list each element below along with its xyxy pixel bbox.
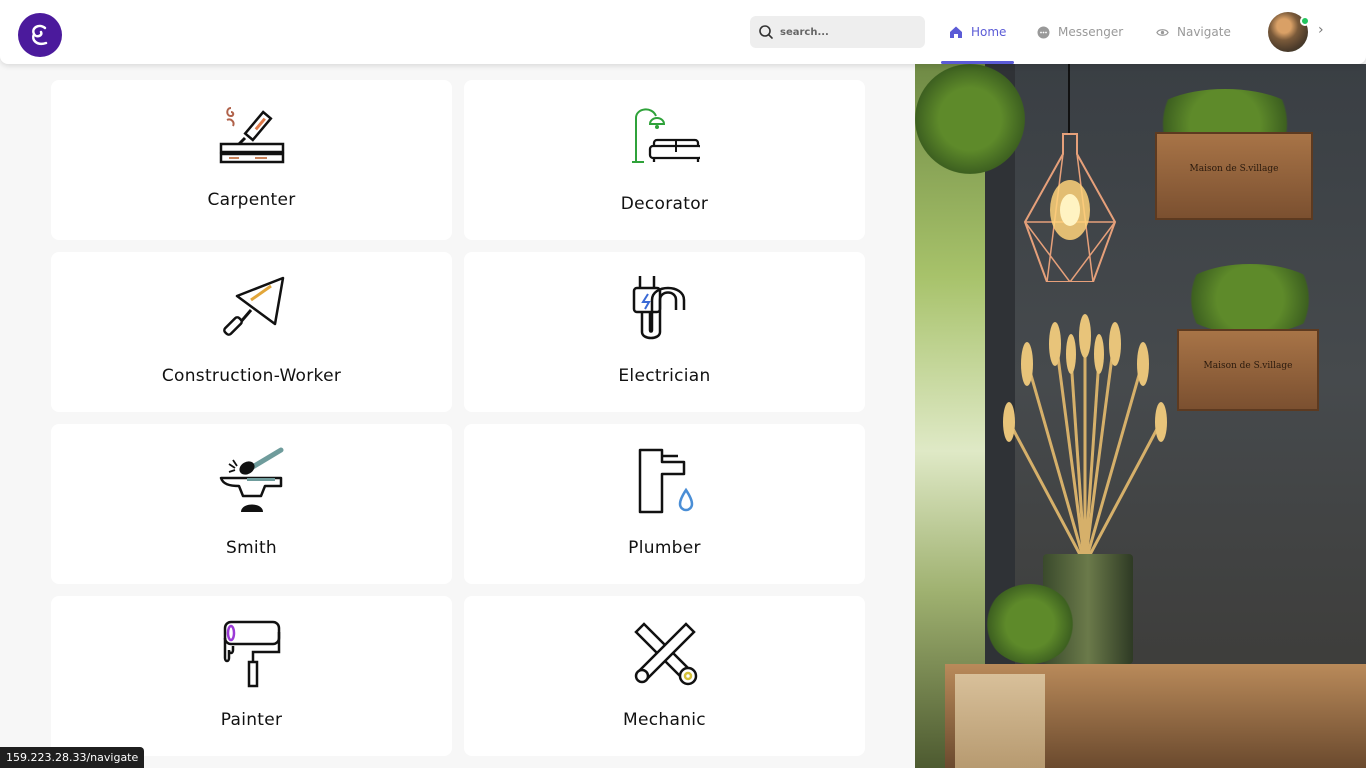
card-plumber[interactable]: Plumber (464, 424, 865, 584)
app-logo[interactable] (18, 13, 62, 57)
card-label: Plumber (628, 538, 701, 558)
card-painter[interactable]: Painter (51, 596, 452, 756)
home-icon (950, 26, 962, 38)
hanging-plant (915, 64, 1025, 174)
card-carpenter[interactable]: Carpenter (51, 80, 452, 240)
chevron-right-icon[interactable]: › (1318, 22, 1324, 38)
nav-home-label: Home (971, 25, 1007, 39)
nav-home[interactable]: Home (940, 0, 1015, 64)
wrench-icon (630, 618, 700, 688)
card-decorator[interactable]: Decorator (464, 80, 865, 240)
nav-messenger[interactable]: Messenger (1037, 0, 1123, 64)
crate-text: Maison de S.village (1189, 164, 1279, 174)
hero-photo: Maison de S.village Maison de S.village (915, 64, 1366, 768)
paper-bag (955, 674, 1045, 768)
lamp-cord (1068, 64, 1070, 134)
faucet-icon (630, 446, 700, 516)
wall-crate-top: Maison de S.village (1155, 132, 1313, 220)
anvil-icon (217, 446, 287, 516)
card-label: Electrician (618, 366, 711, 386)
crate-plant-bottom (1175, 264, 1325, 334)
card-label: Construction-Worker (161, 366, 342, 386)
card-label: Carpenter (207, 190, 296, 210)
nav-messenger-label: Messenger (1058, 25, 1124, 39)
card-mechanic[interactable]: Mechanic (464, 596, 865, 756)
crate-text: Maison de S.village (1203, 361, 1293, 371)
card-construction-worker[interactable]: Construction-Worker (51, 252, 452, 412)
paint-roller-icon (217, 618, 287, 688)
nav-navigate-label: Navigate (1177, 25, 1231, 39)
card-label: Mechanic (623, 710, 706, 730)
wheat-bouquet-icon (1003, 314, 1167, 564)
potted-plant (985, 584, 1075, 664)
card-label: Painter (220, 710, 283, 730)
search-input[interactable] (780, 26, 910, 38)
card-label: Smith (225, 538, 277, 558)
wall-crate-bottom: Maison de S.village (1177, 329, 1319, 411)
decorator-icon (630, 102, 700, 172)
status-bar-url: 159.223.28.33/navigate (0, 747, 145, 768)
eye-icon (1156, 28, 1169, 36)
card-label: Decorator (620, 194, 709, 214)
card-smith[interactable]: Smith (51, 424, 452, 584)
online-status-indicator (1300, 16, 1310, 26)
search-icon (759, 25, 773, 39)
top-navbar: Home Messenger Navigate › (0, 0, 1366, 64)
carpenter-icon (217, 102, 287, 172)
logo-icon (32, 24, 48, 45)
search-box[interactable] (750, 16, 925, 48)
trowel-icon (217, 274, 287, 344)
pendant-lamp-icon (1023, 133, 1117, 282)
chat-bubble-icon (1037, 26, 1050, 38)
plug-icon (630, 274, 700, 344)
card-electrician[interactable]: Electrician (464, 252, 865, 412)
nav-navigate[interactable]: Navigate (1156, 0, 1231, 64)
